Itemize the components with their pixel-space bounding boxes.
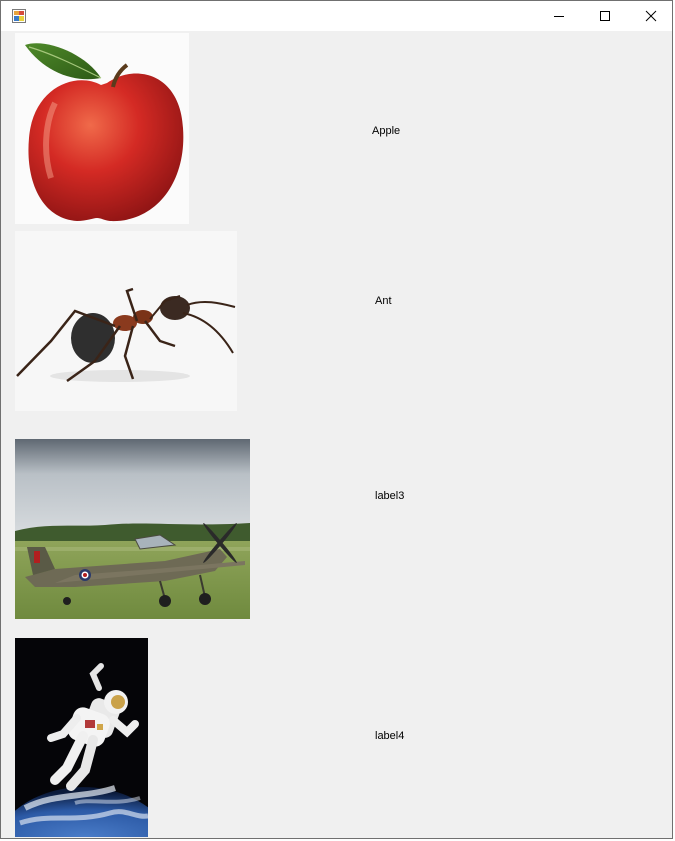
ant-picture-box bbox=[15, 231, 237, 411]
close-button[interactable] bbox=[628, 1, 672, 31]
airplane-picture-box bbox=[15, 439, 250, 619]
maximize-button[interactable] bbox=[582, 1, 628, 31]
close-icon bbox=[645, 10, 657, 22]
title-bar[interactable] bbox=[1, 1, 672, 31]
label3: label3 bbox=[375, 490, 405, 502]
maximize-icon bbox=[600, 11, 610, 21]
airplane-image bbox=[15, 439, 250, 619]
ant-image bbox=[16, 287, 236, 383]
winforms-app-icon bbox=[12, 9, 26, 23]
apple-image bbox=[25, 43, 184, 222]
apple-label: Apple bbox=[372, 125, 401, 137]
minimize-icon bbox=[554, 16, 564, 17]
apple-picture-box bbox=[15, 33, 189, 224]
astronaut-picture-box bbox=[15, 638, 148, 837]
label4: label4 bbox=[375, 730, 405, 742]
astronaut-image bbox=[15, 638, 148, 837]
ant-label: Ant bbox=[375, 295, 392, 307]
minimize-button[interactable] bbox=[536, 1, 582, 31]
app-window: Apple Ant label3 label4 bbox=[0, 0, 673, 839]
